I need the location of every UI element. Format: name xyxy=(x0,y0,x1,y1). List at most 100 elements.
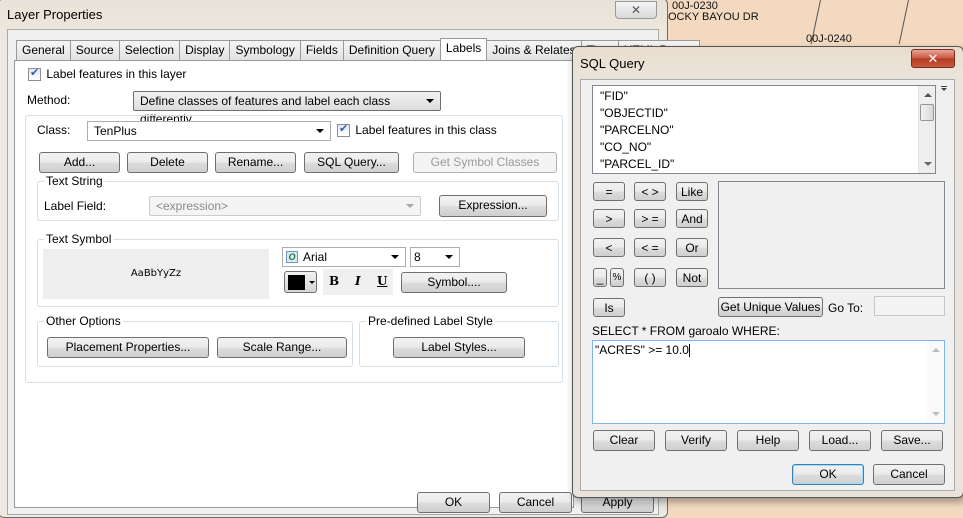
goto-label: Go To: xyxy=(828,301,864,315)
operator-like-button[interactable]: Like xyxy=(676,182,708,201)
add-class-button[interactable]: Add... xyxy=(39,152,120,173)
where-clause-textarea[interactable]: "ACRES" >= 10.0 xyxy=(592,340,945,424)
get-unique-values-button[interactable]: Get Unique Values xyxy=(718,297,823,317)
italic-button[interactable]: I xyxy=(355,274,361,288)
save-button[interactable]: Save... xyxy=(881,430,943,451)
unique-values-list[interactable] xyxy=(718,181,945,289)
font-size-dropdown[interactable]: 8 xyxy=(410,247,460,267)
field-item[interactable]: "FID" xyxy=(600,89,628,103)
close-icon: ✕ xyxy=(630,3,642,17)
underline-button[interactable]: U xyxy=(377,274,387,288)
dialog-body: General Source Selection Display Symbolo… xyxy=(7,29,701,515)
field-item[interactable]: "CO_NO" xyxy=(600,140,651,154)
field-item[interactable]: "PARCEL_ID" xyxy=(600,157,674,171)
goto-input[interactable] xyxy=(874,296,945,316)
operator-less-button[interactable]: < xyxy=(593,238,625,257)
cancel-button[interactable]: Cancel xyxy=(873,464,945,485)
symbol-button[interactable]: Symbol.... xyxy=(401,272,507,293)
font-size-value: 8 xyxy=(414,250,421,264)
rename-class-button[interactable]: Rename... xyxy=(215,152,296,173)
sql-query-button[interactable]: SQL Query... xyxy=(304,152,399,173)
sql-query-window: SQL Query ✕ "FID" "OBJECTID" "PARCELNO" … xyxy=(572,46,963,498)
tab-fields[interactable]: Fields xyxy=(299,40,344,60)
tab-symbology[interactable]: Symbology xyxy=(229,40,301,60)
font-dropdown[interactable]: O Arial xyxy=(282,247,406,267)
close-button[interactable]: ✕ xyxy=(911,49,955,68)
operator-is-button[interactable]: Is xyxy=(593,298,625,317)
operator-not-button[interactable]: Not xyxy=(676,268,708,287)
placement-properties-button[interactable]: Placement Properties... xyxy=(47,337,209,358)
scale-range-button[interactable]: Scale Range... xyxy=(217,337,347,358)
ok-button[interactable]: OK xyxy=(792,464,864,485)
checkbox-checked-icon xyxy=(337,122,350,138)
operator-and-button[interactable]: And xyxy=(676,209,708,228)
expression-value: "ACRES" >= 10.0 xyxy=(595,343,689,357)
opentype-font-icon: O xyxy=(286,251,298,263)
operator-equals-button[interactable]: = xyxy=(593,182,625,201)
tab-source[interactable]: Source xyxy=(69,40,120,60)
clear-button[interactable]: Clear xyxy=(593,430,655,451)
verify-button[interactable]: Verify xyxy=(665,430,727,451)
operator-percent-button[interactable]: % xyxy=(610,268,624,287)
operator-less-equal-button[interactable]: < = xyxy=(634,238,666,257)
field-item[interactable]: "PARCELNO" xyxy=(600,123,674,137)
checkbox-label: Label features in this layer xyxy=(46,67,187,81)
group-title: Text String xyxy=(44,174,105,188)
operator-parentheses-button[interactable]: ( ) xyxy=(634,268,666,287)
class-label: Class: xyxy=(37,123,71,137)
text-caret xyxy=(688,344,690,358)
fields-listbox[interactable]: "FID" "OBJECTID" "PARCELNO" "CO_NO" "PAR… xyxy=(592,85,936,174)
tab-selection[interactable]: Selection xyxy=(118,40,181,60)
tab-display[interactable]: Display xyxy=(179,40,231,60)
label-features-layer-checkbox[interactable]: Label features in this layer xyxy=(28,66,187,82)
scroll-up-arrow-icon[interactable] xyxy=(932,348,940,352)
operator-not-equal-button[interactable]: < > xyxy=(634,182,666,201)
method-dropdown[interactable]: Define classes of features and label eac… xyxy=(133,91,441,126)
parcel-label: 00J-0240 xyxy=(806,33,852,45)
font-value: Arial xyxy=(303,250,328,264)
get-symbol-classes-button[interactable]: Get Symbol Classes xyxy=(413,152,557,173)
expression-button[interactable]: Expression... xyxy=(439,195,547,217)
delete-class-button[interactable]: Delete xyxy=(127,152,208,173)
scroll-thumb[interactable] xyxy=(920,104,934,121)
cancel-button[interactable]: Cancel xyxy=(499,492,572,513)
operator-underscore-button[interactable]: _ xyxy=(593,268,607,287)
tab-labels[interactable]: Labels xyxy=(439,38,488,60)
close-icon: ✕ xyxy=(927,51,939,66)
group-title: Pre-defined Label Style xyxy=(366,314,495,328)
labels-tab-panel: Label features in this layer Method: Def… xyxy=(14,60,574,508)
label-styles-button[interactable]: Label Styles... xyxy=(393,337,525,358)
operator-greater-equal-button[interactable]: > = xyxy=(634,209,666,228)
tab-definition-query[interactable]: Definition Query xyxy=(342,40,441,60)
ok-button[interactable]: OK xyxy=(417,492,490,513)
close-button[interactable]: ✕ xyxy=(615,1,657,19)
scroll-down-arrow-icon[interactable] xyxy=(924,162,932,166)
operator-or-button[interactable]: Or xyxy=(676,238,708,257)
chevron-down-icon xyxy=(316,129,324,133)
chevron-down-icon xyxy=(406,204,414,208)
color-swatch xyxy=(288,275,305,290)
vertical-scrollbar[interactable] xyxy=(927,341,944,423)
scroll-up-arrow-icon[interactable] xyxy=(924,93,932,97)
bold-button[interactable]: B xyxy=(329,274,339,288)
text-symbol-preview: AaBbYyZz xyxy=(43,249,269,299)
group-title: Text Symbol xyxy=(44,232,114,246)
field-item[interactable]: "OBJECTID" xyxy=(600,106,668,120)
resize-grip-icon xyxy=(941,86,947,87)
load-button[interactable]: Load... xyxy=(809,430,871,451)
chevron-down-icon xyxy=(309,281,315,284)
class-dropdown[interactable]: TenPlus xyxy=(87,121,331,141)
label-field-dropdown[interactable]: <expression> xyxy=(149,196,421,216)
select-statement-label: SELECT * FROM garoalo WHERE: xyxy=(592,324,780,338)
vertical-scrollbar[interactable] xyxy=(918,86,935,173)
method-label: Method: xyxy=(27,93,71,107)
tab-joins-relates[interactable]: Joins & Relates xyxy=(486,40,582,60)
color-picker-button[interactable] xyxy=(284,271,317,293)
help-button[interactable]: Help xyxy=(737,430,799,451)
tab-general[interactable]: General xyxy=(16,40,71,60)
parcel-boundary xyxy=(898,0,909,45)
operator-greater-button[interactable]: > xyxy=(593,209,625,228)
label-features-class-checkbox[interactable]: Label features in this class xyxy=(337,122,497,138)
checkbox-checked-icon xyxy=(28,66,41,82)
scroll-down-arrow-icon[interactable] xyxy=(932,412,940,416)
